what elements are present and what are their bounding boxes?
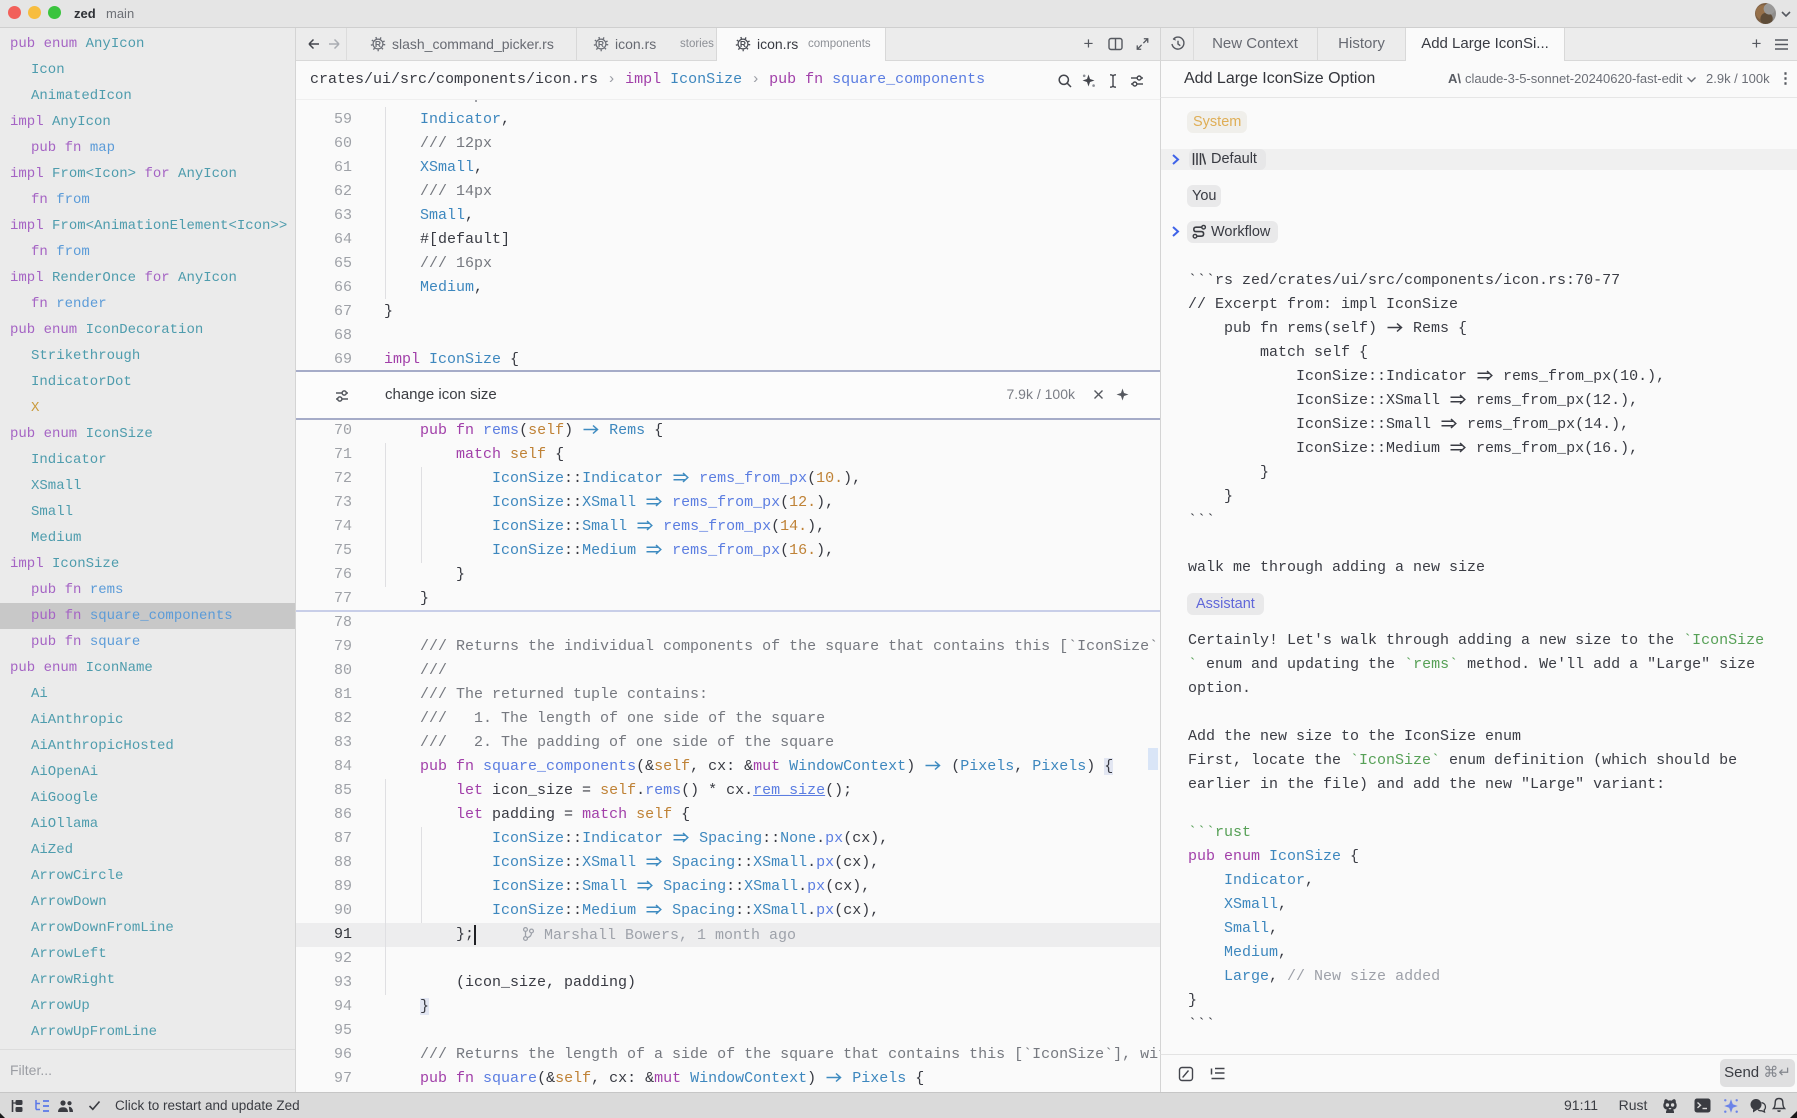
- svg-text:R: R: [598, 39, 604, 49]
- svg-text:R: R: [740, 39, 746, 49]
- svg-text:R: R: [375, 39, 381, 49]
